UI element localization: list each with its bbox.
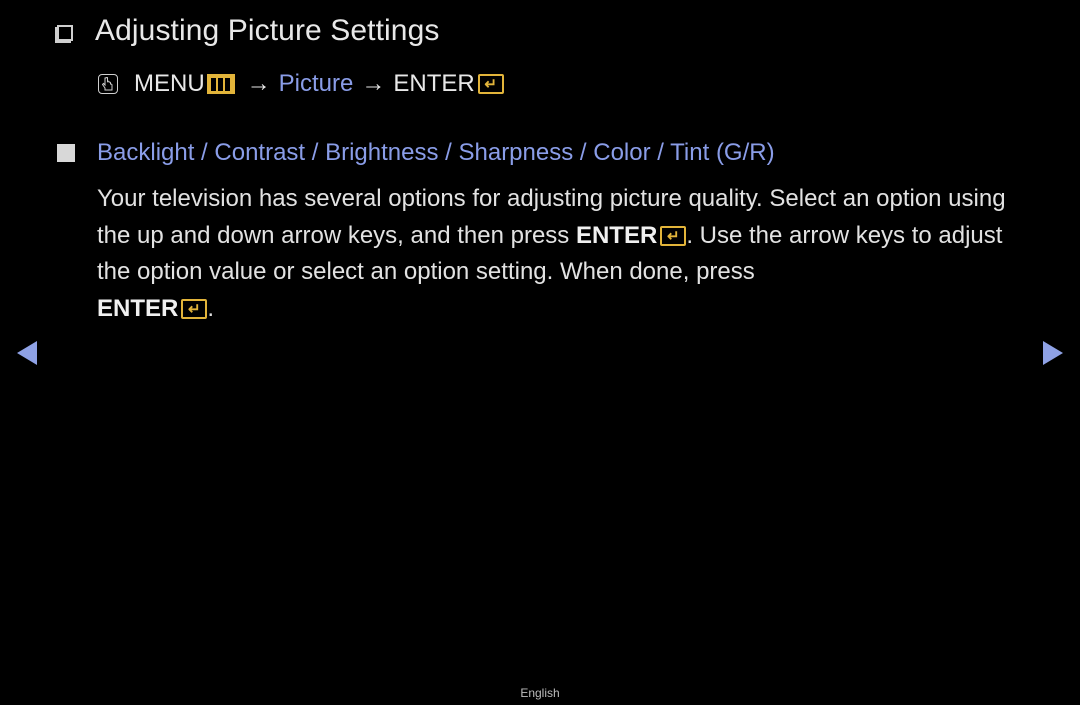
path-arrow: → bbox=[361, 70, 386, 97]
enter-return-icon: ↵ bbox=[181, 299, 208, 320]
page-title: Adjusting Picture Settings bbox=[95, 14, 440, 47]
menu-label: MENU bbox=[134, 70, 205, 97]
previous-page-button[interactable] bbox=[17, 341, 37, 365]
menu-path: MENU → Picture → ENTER ↵ bbox=[98, 70, 504, 98]
description-text: . bbox=[207, 294, 215, 322]
enter-key-label: ENTER bbox=[97, 294, 179, 322]
page-header: Adjusting Picture Settings bbox=[57, 14, 439, 48]
menu-grid-icon bbox=[206, 74, 235, 94]
hand-pointer-icon bbox=[98, 74, 118, 94]
checkbox-outline-icon bbox=[57, 25, 73, 41]
enter-key-label: ENTER bbox=[575, 221, 658, 249]
section-header: Backlight / Contrast / Brightness / Shar… bbox=[57, 139, 775, 167]
enter-return-icon: ↵ bbox=[660, 226, 687, 247]
language-label: English bbox=[520, 686, 560, 700]
enter-return-icon: ↵ bbox=[477, 74, 504, 94]
filled-square-icon bbox=[57, 144, 75, 162]
hand-pointer-glyph bbox=[102, 77, 113, 91]
next-page-button[interactable] bbox=[1043, 341, 1063, 365]
picture-link[interactable]: Picture bbox=[279, 70, 354, 98]
section-description: Your television has several options for … bbox=[97, 181, 1017, 327]
section-title: Backlight / Contrast / Brightness / Shar… bbox=[97, 139, 775, 166]
enter-label: ENTER bbox=[393, 70, 475, 97]
path-arrow: → bbox=[246, 70, 271, 97]
